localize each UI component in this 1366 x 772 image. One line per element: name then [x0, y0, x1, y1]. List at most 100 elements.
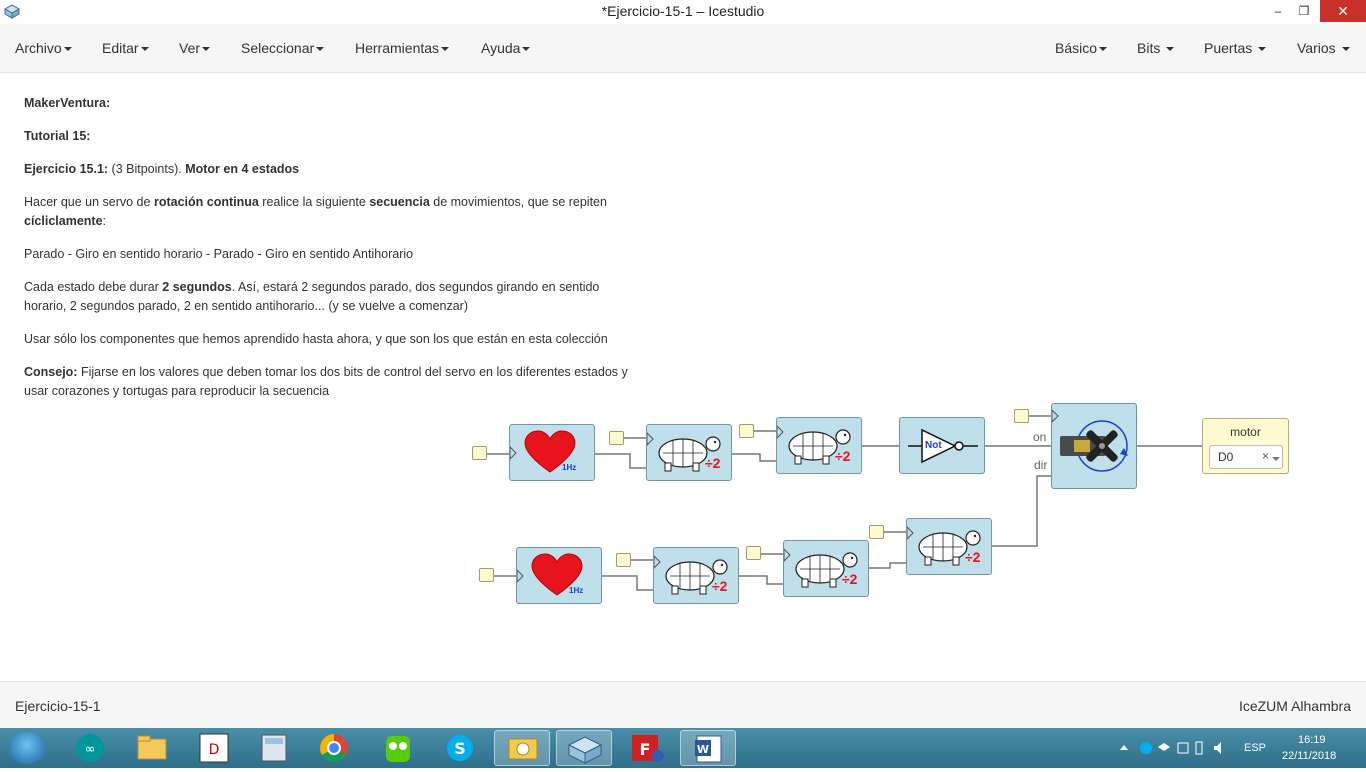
menu-archivo-label: Archivo	[15, 40, 62, 56]
divider-label: ÷2	[835, 448, 851, 464]
chevron-down-icon	[441, 47, 450, 52]
chevron-down-icon	[1258, 47, 1267, 52]
input-pin[interactable]	[479, 568, 494, 582]
menu-ver[interactable]: Ver	[179, 40, 211, 56]
mail-taskbar-icon[interactable]	[494, 730, 550, 766]
menu-ver-label: Ver	[179, 40, 201, 56]
menu-herramientas-label: Herramientas	[355, 40, 440, 56]
wire	[595, 453, 647, 469]
svg-text:∞: ∞	[85, 742, 96, 757]
wire	[732, 453, 776, 462]
network-icon	[1177, 742, 1189, 754]
svg-text:W: W	[697, 743, 709, 756]
design-canvas[interactable]: MakerVentura: Tutorial 15: Ejercicio 15.…	[0, 74, 1366, 681]
arduino-taskbar-icon[interactable]: ∞	[62, 730, 118, 766]
turtle-icon	[776, 424, 851, 465]
wire	[992, 475, 1051, 547]
menu-herramientas[interactable]: Herramientas	[355, 40, 450, 56]
turtle-divider-block[interactable]: ÷2	[776, 417, 862, 474]
chevron-down-icon	[140, 47, 149, 52]
word-taskbar-icon[interactable]: W	[680, 730, 736, 766]
turtle-divider-block[interactable]: ÷2	[646, 424, 732, 481]
owl-app-taskbar-icon[interactable]	[370, 730, 426, 766]
turtle-icon	[646, 431, 721, 472]
heart-1hz-block[interactable]: 1Hz	[509, 424, 595, 481]
turtle-divider-block[interactable]: ÷2	[653, 547, 739, 604]
menu-bits-label: Bits	[1137, 40, 1161, 56]
turtle-divider-block[interactable]: ÷2	[783, 540, 869, 597]
clock-date[interactable]: 22/11/2018	[1282, 750, 1336, 762]
chevron-down-icon	[1166, 47, 1175, 52]
turtle-divider-block[interactable]: ÷2	[906, 518, 992, 575]
divider-label: ÷2	[712, 578, 728, 594]
divider-label: ÷2	[705, 455, 721, 471]
input-language[interactable]: ESP	[1244, 742, 1266, 754]
input-pin[interactable]	[609, 431, 624, 445]
clear-icon[interactable]: ×	[1262, 449, 1269, 463]
calculator-taskbar-icon[interactable]	[246, 730, 302, 766]
chrome-taskbar-icon[interactable]	[306, 730, 362, 766]
output-motor-block[interactable]: motor D0 ×	[1202, 418, 1289, 474]
icestudio-taskbar-icon[interactable]	[556, 730, 612, 766]
board-name[interactable]: IceZUM Alhambra	[1239, 698, 1351, 714]
close-button[interactable]: ✕	[1320, 0, 1366, 22]
input-pin[interactable]	[472, 446, 487, 460]
dropbox-tray-icon	[1158, 743, 1170, 751]
menu-seleccionar[interactable]: Seleccionar	[241, 40, 325, 56]
svg-text:F: F	[640, 740, 651, 759]
menu-varios-label: Varios	[1297, 40, 1336, 56]
menu-bar: Archivo Editar Ver Seleccionar Herramien…	[0, 24, 1366, 73]
project-name: Ejercicio-15-1	[15, 698, 101, 714]
input-pin[interactable]	[616, 553, 631, 567]
maximize-button[interactable]: ❐	[1288, 0, 1320, 22]
input-pin[interactable]	[1014, 409, 1029, 423]
servo-icon	[1051, 408, 1128, 472]
menu-archivo[interactable]: Archivo	[15, 40, 72, 56]
divider-label: ÷2	[842, 571, 858, 587]
wire	[602, 575, 654, 591]
not-gate-icon	[908, 428, 978, 464]
system-tray-icons[interactable]	[1116, 740, 1246, 756]
menu-bits[interactable]: Bits	[1137, 40, 1175, 56]
heart-icon	[509, 430, 576, 473]
menu-ayuda-label: Ayuda	[481, 40, 521, 56]
turtle-icon	[653, 554, 728, 595]
menu-basico[interactable]: Básico	[1055, 40, 1108, 56]
menu-puertas[interactable]: Puertas	[1204, 40, 1267, 56]
output-name: motor	[1230, 425, 1261, 439]
os-taskbar: ∞ D S F W ESP 16:19 22/11/2018	[0, 728, 1366, 768]
input-pin[interactable]	[739, 424, 754, 438]
heart-icon	[516, 553, 583, 596]
port-label-dir: dir	[1034, 458, 1048, 472]
servo-motor-block[interactable]	[1051, 403, 1137, 489]
window-titlebar: *Ejercicio-15-1 – Icestudio – ❐ ✕	[0, 0, 1366, 24]
output-pin-select[interactable]: D0 ×	[1209, 445, 1283, 469]
menu-varios[interactable]: Varios	[1297, 40, 1350, 56]
chevron-down-icon	[522, 47, 531, 52]
chevron-down-icon	[1099, 47, 1108, 52]
menu-seleccionar-label: Seleccionar	[241, 40, 315, 56]
skype-tray-icon	[1140, 742, 1152, 754]
clock-time[interactable]: 16:19	[1298, 734, 1326, 746]
input-pin[interactable]	[869, 525, 884, 539]
wire	[869, 562, 907, 569]
status-bar: Ejercicio-15-1 IceZUM Alhambra	[0, 681, 1366, 728]
output-pin-value: D0	[1218, 450, 1234, 464]
chevron-down-icon	[63, 47, 72, 52]
input-pin[interactable]	[746, 546, 761, 560]
chevron-down-icon	[202, 47, 211, 52]
skype-taskbar-icon[interactable]: S	[432, 730, 488, 766]
wire	[739, 575, 783, 585]
heart-frequency-label: 1Hz	[569, 586, 584, 595]
menu-editar[interactable]: Editar	[102, 40, 149, 56]
turtle-icon	[783, 547, 858, 588]
start-button[interactable]	[8, 732, 46, 764]
fritzing-taskbar-icon[interactable]: F	[618, 730, 674, 766]
show-hidden-icons-icon	[1120, 745, 1128, 750]
chevron-down-icon[interactable]	[1272, 457, 1280, 461]
not-gate-block[interactable]: Not	[899, 417, 985, 474]
drawing-app-taskbar-icon[interactable]: D	[186, 730, 242, 766]
file-explorer-taskbar-icon[interactable]	[124, 730, 180, 766]
menu-ayuda[interactable]: Ayuda	[481, 40, 531, 56]
heart-1hz-block[interactable]: 1Hz	[516, 547, 602, 604]
